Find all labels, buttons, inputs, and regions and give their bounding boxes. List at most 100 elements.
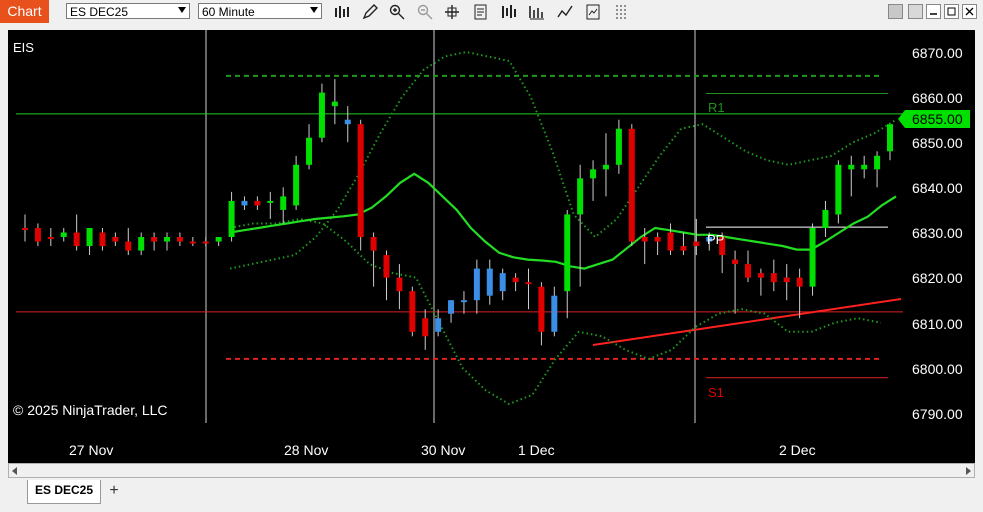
- tab-es-dec25[interactable]: ES DEC25: [27, 480, 101, 504]
- candle-body: [680, 246, 687, 251]
- candle-body: [744, 264, 751, 278]
- date-axis: 27 Nov 28 Nov 30 Nov 1 Dec 2 Dec: [69, 442, 816, 458]
- candle-body: [641, 237, 648, 242]
- price-tick: 6810.00: [912, 316, 963, 332]
- pp-label: PP: [707, 232, 724, 247]
- price-tick: 6840.00: [912, 180, 963, 196]
- candle-body: [693, 241, 700, 247]
- scroll-right-icon[interactable]: [966, 467, 971, 475]
- candle-body: [525, 282, 532, 285]
- candle-body: [357, 124, 364, 238]
- price-tick: 6870.00: [912, 45, 963, 61]
- candle-body: [138, 237, 145, 251]
- horizontal-scrollbar[interactable]: [8, 463, 975, 478]
- data-series-icon[interactable]: [500, 3, 518, 20]
- candle-body: [344, 119, 351, 125]
- candle-body: [460, 300, 467, 303]
- candle-body: [164, 237, 171, 242]
- maximize-button[interactable]: [944, 4, 959, 19]
- upper-bollinger-band: [229, 50, 897, 270]
- link-button[interactable]: [908, 4, 923, 19]
- zoom-out-icon[interactable]: [416, 3, 434, 20]
- copyright-label: © 2025 NinjaTrader, LLC: [13, 402, 168, 418]
- instrument-selector[interactable]: ES DEC25: [66, 3, 190, 19]
- price-chart[interactable]: EIS © 2025 NinjaTrader, LLC R1 PP S1 27 …: [8, 30, 975, 463]
- minimize-button[interactable]: [926, 4, 941, 19]
- candle-body: [783, 277, 790, 283]
- candle-body: [448, 300, 455, 314]
- candle-body: [887, 124, 893, 152]
- candle-body: [370, 237, 377, 251]
- trend-line: [592, 298, 902, 346]
- candle-body: [667, 232, 674, 251]
- templates-icon[interactable]: [612, 3, 630, 20]
- r1-label: R1: [708, 100, 725, 115]
- candle-body: [331, 101, 338, 107]
- candle-body: [409, 291, 416, 332]
- candle-body: [34, 227, 41, 242]
- candle-body: [590, 169, 597, 179]
- candle-body: [280, 196, 287, 210]
- candle-body: [254, 200, 261, 206]
- crosshair-icon[interactable]: [443, 3, 461, 20]
- candle-body: [125, 241, 132, 251]
- instrument-label: EIS: [13, 40, 34, 55]
- candle-body: [435, 318, 442, 332]
- candle-body: [293, 164, 300, 206]
- candle-body: [318, 92, 325, 138]
- date-label: 28 Nov: [284, 442, 328, 458]
- candle-body: [47, 237, 54, 240]
- price-tick: 6790.00: [912, 406, 963, 422]
- add-tab-icon[interactable]: +: [104, 482, 124, 500]
- date-label: 30 Nov: [421, 442, 465, 458]
- candle-body: [654, 237, 661, 242]
- candle-body: [861, 164, 868, 170]
- indicators-icon[interactable]: [556, 3, 574, 20]
- candle-body: [822, 209, 829, 228]
- close-button[interactable]: [962, 4, 977, 19]
- candle-body: [228, 200, 235, 238]
- candle-body: [60, 232, 67, 238]
- moving-average-line: [229, 172, 897, 270]
- candle-body: [99, 232, 106, 247]
- period-selector[interactable]: 60 Minute: [198, 3, 322, 19]
- candle-body: [383, 255, 390, 278]
- candle-body: [848, 164, 855, 170]
- chart-panel[interactable]: EIS © 2025 NinjaTrader, LLC R1 PP S1 27 …: [8, 30, 975, 463]
- chart-window-tab[interactable]: Chart: [0, 0, 49, 23]
- candle-body: [499, 273, 506, 292]
- candle-body: [112, 237, 119, 242]
- candle-body: [512, 277, 519, 283]
- candle-body: [770, 273, 777, 283]
- bar-type-icon[interactable]: [333, 3, 351, 20]
- price-tick: 6860.00: [912, 90, 963, 106]
- price-tick: 6850.00: [912, 135, 963, 151]
- scroll-left-icon[interactable]: [12, 467, 17, 475]
- window-option-button[interactable]: [888, 4, 903, 19]
- candle-body: [267, 200, 274, 203]
- candle-body: [732, 259, 739, 265]
- properties-icon[interactable]: [472, 3, 490, 20]
- candle-body: [306, 137, 313, 165]
- candle-body: [835, 164, 842, 215]
- candle-body: [22, 227, 28, 230]
- date-label: 1 Dec: [518, 442, 555, 458]
- s1-label: S1: [708, 385, 724, 400]
- chevron-down-icon: [310, 7, 318, 13]
- pencil-draw-icon[interactable]: [361, 3, 379, 20]
- zoom-in-icon[interactable]: [388, 3, 406, 20]
- candle-body: [538, 286, 545, 332]
- date-label: 2 Dec: [779, 442, 816, 458]
- candle-body: [422, 318, 429, 337]
- chart-trader-icon[interactable]: [584, 3, 602, 20]
- chevron-down-icon: [178, 7, 186, 13]
- candle-body: [551, 295, 558, 332]
- strategies-icon[interactable]: [528, 3, 546, 20]
- candle-body: [577, 178, 584, 215]
- date-label: 27 Nov: [69, 442, 113, 458]
- candle-body: [73, 232, 80, 247]
- candle-body: [628, 128, 635, 242]
- candle-body: [757, 273, 764, 278]
- price-tick: 6820.00: [912, 270, 963, 286]
- candle-body: [796, 277, 803, 287]
